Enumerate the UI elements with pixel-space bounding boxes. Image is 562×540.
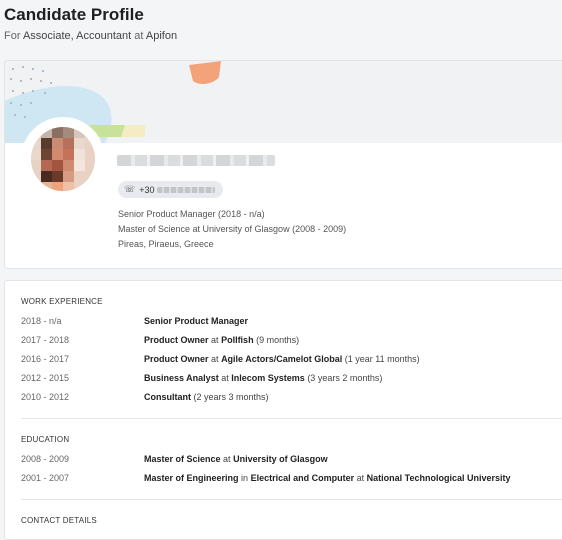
section-divider [21,418,562,419]
education-period: 2008 - 2009 [21,454,70,464]
subtitle-for: For [4,30,21,42]
education-period: 2001 - 2007 [21,473,70,483]
work-period: 2018 - n/a [21,316,62,326]
employer: Inlecom Systems [231,373,305,383]
job-title: Product Owner [144,335,209,345]
work-row: 2010 - 2012 Consultant (2 years 3 months… [21,392,562,404]
details-card: WORK EXPERIENCE 2018 - n/a Senior Produc… [4,280,562,540]
work-row: 2017 - 2018 Product Owner at Pollfish (9… [21,335,562,347]
work-period: 2017 - 2018 [21,335,70,345]
page-subtitle: For Associate, Accountant at Apifon [4,30,177,42]
at-word: at [211,335,219,345]
work-period: 2010 - 2012 [21,392,70,402]
education-description: Master of Science at University of Glasg… [144,454,328,464]
at-word: at [211,354,219,364]
company-name: Apifon [145,30,178,42]
education-description: Master of Engineering in Electrical and … [144,473,511,483]
field-of-study: Electrical and Computer [250,473,355,483]
job-title: Senior Product Manager [144,316,249,326]
candidate-name-redacted [117,155,275,166]
education-row: 2008 - 2009 Master of Science at Univers… [21,454,562,466]
job-title: Product Owner [144,354,209,364]
contact-details-heading: CONTACT DETAILS [21,516,97,525]
summary-education: Master of Science at University of Glasg… [118,224,347,234]
profile-card: ☏ +30 Senior Product Manager (2018 - n/a… [4,60,562,269]
summary-location: Pireas, Piraeus, Greece [118,239,214,249]
work-period: 2012 - 2015 [21,373,70,383]
candidate-avatar [21,117,105,201]
work-row: 2016 - 2017 Product Owner at Agile Actor… [21,354,562,366]
work-description: Consultant (2 years 3 months) [144,392,269,402]
phone-icon: ☏ [124,184,136,194]
school: University of Glasgow [233,454,328,464]
degree: Master of Science [144,454,221,464]
at-word: at [356,473,365,483]
work-description: Product Owner at Pollfish (9 months) [144,335,299,345]
school: National Technological University [366,473,511,483]
page-title: Candidate Profile [4,5,144,24]
job-duration: (3 years 2 months) [307,373,383,383]
subtitle-at: at [134,30,144,42]
job-title: Business Analyst [144,373,219,383]
work-description: Product Owner at Agile Actors/Camelot Gl… [144,354,420,364]
employer: Agile Actors/Camelot Global [221,354,343,364]
work-description: Senior Product Manager [144,316,248,326]
section-divider [21,499,562,500]
education-heading: EDUCATION [21,435,70,444]
phone-prefix: +30 [139,184,155,195]
in-word: in [241,473,249,483]
degree: Master of Engineering [144,473,239,483]
job-duration: (9 months) [256,335,300,345]
work-experience-heading: WORK EXPERIENCE [21,297,103,306]
summary-current-role: Senior Product Manager (2018 - n/a) [118,209,265,219]
work-period: 2016 - 2017 [21,354,70,364]
at-word: at [221,373,229,383]
job-title: Consultant [144,392,191,402]
phone-number-redacted [156,186,215,193]
position-name: Associate, Accountant [22,30,132,42]
work-row: 2018 - n/a Senior Product Manager [21,316,562,328]
work-row: 2012 - 2015 Business Analyst at Inlecom … [21,373,562,385]
avatar-photo-pixelated [31,127,95,191]
education-row: 2001 - 2007 Master of Engineering in Ele… [21,473,562,485]
phone-chip[interactable]: ☏ +30 [118,181,223,198]
employer: Pollfish [221,335,254,345]
job-duration: (1 year 11 months) [344,354,420,364]
at-word: at [223,454,231,464]
work-description: Business Analyst at Inlecom Systems (3 y… [144,373,382,383]
page-header: Candidate Profile For Associate, Account… [0,0,562,56]
job-duration: (2 years 3 months) [193,392,269,402]
